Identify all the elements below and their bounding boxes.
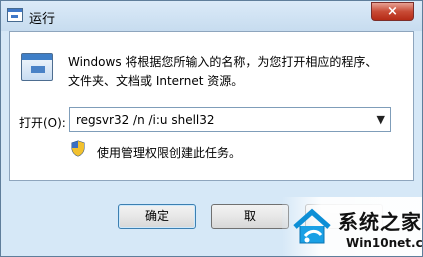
run-window-icon xyxy=(21,53,53,81)
cancel-button[interactable]: 取 xyxy=(211,204,289,229)
close-button[interactable]: × xyxy=(371,2,414,21)
admin-permission-note: 使用管理权限创建此任务。 xyxy=(97,146,242,160)
open-label: 打开(O): xyxy=(19,116,66,130)
title-bar[interactable]: 运行 × xyxy=(1,1,422,31)
house-logo-icon xyxy=(293,208,331,244)
command-input[interactable]: regsvr32 /n /i:u shell32 xyxy=(76,113,215,127)
window-title: 运行 xyxy=(29,12,56,27)
ok-button[interactable]: 确定 xyxy=(118,204,196,229)
command-combobox[interactable]: regsvr32 /n /i:u shell32 ▼ xyxy=(69,107,391,132)
description-line-2: 文件夹、文档或 Internet 资源。 xyxy=(68,74,244,88)
watermark-title: 系统之家 xyxy=(338,210,422,234)
dialog-content: Windows 将根据您所输入的名称，为您打开相应的程序、 文件夹、文档或 In… xyxy=(9,31,414,181)
description-line-1: Windows 将根据您所输入的名称，为您打开相应的程序、 xyxy=(68,55,378,69)
dropdown-arrow-icon[interactable]: ▼ xyxy=(377,113,385,126)
uac-shield-icon xyxy=(71,140,85,157)
run-window-icon xyxy=(7,8,23,22)
run-dialog: 运行 × Windows 将根据您所输入的名称，为您打开相应的程序、 文件夹、文… xyxy=(0,0,423,257)
watermark-url: Win10net.com xyxy=(346,236,423,250)
